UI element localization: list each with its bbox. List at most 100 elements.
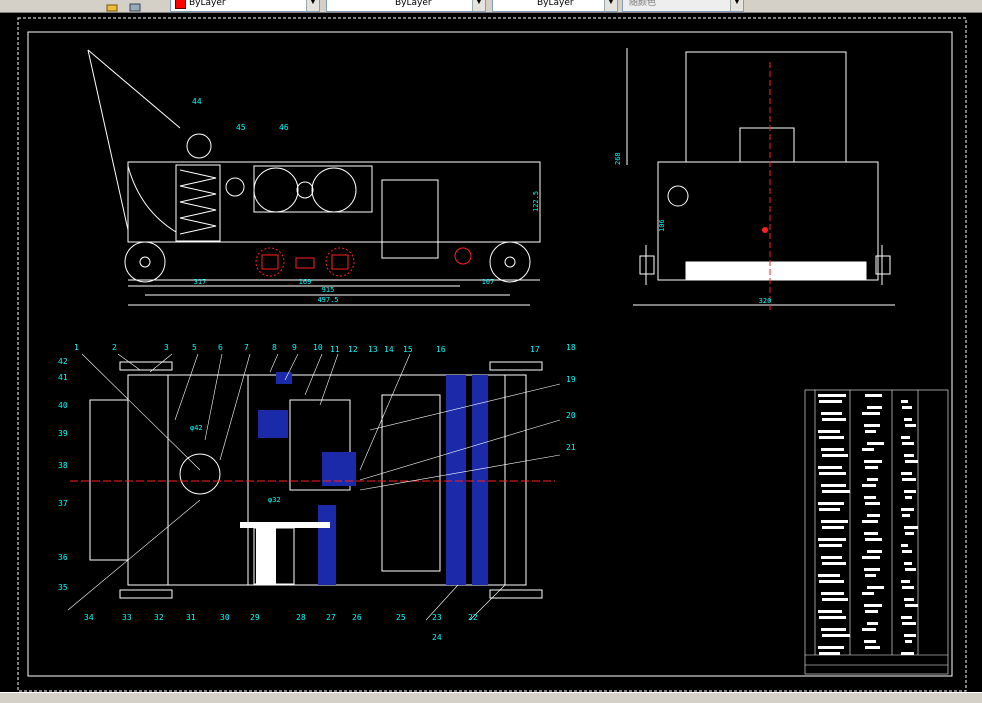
balloon-17: 17 — [530, 345, 540, 354]
parts-list-entry — [819, 616, 846, 619]
chevron-down-icon[interactable]: ▼ — [306, 0, 319, 11]
parts-list-entry — [818, 538, 846, 541]
dim-268: 268 — [614, 152, 622, 165]
parts-list-entry — [902, 514, 910, 517]
parts-list-entry — [822, 634, 850, 637]
parts-list-entry — [905, 532, 914, 535]
balloon-36: 36 — [58, 553, 68, 562]
parts-list-entry — [904, 418, 912, 421]
chevron-down-icon[interactable]: ▼ — [472, 0, 485, 11]
parts-list-entry — [821, 556, 842, 559]
lineweight-combo[interactable]: ByLayer ▼ — [492, 0, 618, 12]
parts-list-entry — [864, 568, 880, 571]
balloon-2: 2 — [112, 343, 117, 352]
parts-list-entry — [902, 406, 912, 409]
dim-106: 106 — [658, 219, 666, 232]
parts-list-entry — [821, 520, 848, 523]
parts-list-entry — [822, 526, 844, 529]
parts-list-entry — [904, 490, 916, 493]
dim-320: 320 — [759, 297, 772, 305]
balloon-22: 22 — [468, 613, 478, 622]
chevron-down-icon[interactable]: ▼ — [604, 0, 617, 11]
parts-list-rows — [818, 394, 918, 655]
parts-list-entry — [862, 448, 874, 451]
parts-list-entry — [867, 406, 882, 409]
parts-list-entry — [862, 556, 880, 559]
balloon-9: 9 — [292, 343, 297, 352]
color-combo[interactable]: ByLayer ▼ — [170, 0, 320, 12]
balloon-45: 46 — [279, 123, 289, 132]
dim-497-5: 497.5 — [317, 296, 338, 304]
plotstyle-combo[interactable]: 随颜色 ▼ — [622, 0, 744, 12]
balloon-3: 3 — [164, 343, 169, 352]
parts-list-entry — [864, 460, 882, 463]
parts-list-entry — [821, 628, 846, 631]
lineweight-combo-value: ByLayer — [537, 0, 574, 8]
parts-list-entry — [905, 460, 918, 463]
dim-317: 317 — [194, 278, 207, 286]
parts-list-entry — [821, 448, 844, 451]
parts-list-entry — [819, 580, 844, 583]
parts-list-entry — [864, 532, 878, 535]
parts-list-entry — [818, 394, 846, 397]
balloon-32: 32 — [154, 613, 164, 622]
balloon-6: 6 — [218, 343, 223, 352]
parts-list-entry — [865, 610, 878, 613]
side-view-red-details — [255, 247, 472, 277]
balloon-37: 37 — [58, 499, 68, 508]
layer-state-icon[interactable] — [106, 0, 120, 12]
balloon-41: 41 — [58, 373, 68, 382]
parts-list-entry — [819, 472, 846, 475]
parts-list-entry — [905, 640, 912, 643]
parts-list-entry — [867, 550, 882, 553]
parts-list-entry — [901, 616, 912, 619]
balloon-40: 40 — [58, 401, 68, 410]
plan-view-blue-parts — [258, 372, 488, 585]
parts-list-entry — [818, 610, 842, 613]
chevron-down-icon[interactable]: ▼ — [730, 0, 743, 11]
parts-list-entry — [904, 526, 918, 529]
parts-list-entry — [865, 646, 880, 649]
parts-list-entry — [905, 568, 916, 571]
parts-list-entry — [901, 652, 914, 655]
balloon-13: 13 — [368, 345, 378, 354]
balloon-28: 28 — [296, 613, 306, 622]
linetype-combo[interactable]: ByLayer ▼ — [326, 0, 486, 12]
drawing-canvas[interactable]: 317 169 915 497.5 107 122.5 44 45 46 268… — [0, 12, 982, 693]
balloon-8: 8 — [272, 343, 277, 352]
balloon-29: 29 — [250, 613, 260, 622]
balloon-15: 15 — [403, 345, 413, 354]
balloon-12: 12 — [348, 345, 358, 354]
parts-list-entry — [901, 400, 908, 403]
parts-list-entry — [821, 592, 844, 595]
parts-list-entry — [864, 604, 882, 607]
parts-list-entry — [822, 490, 850, 493]
balloon-19: 19 — [566, 375, 576, 384]
parts-list-entry — [901, 436, 910, 439]
parts-list-entry — [865, 538, 882, 541]
balloon-18: 18 — [566, 343, 576, 352]
layer-previous-icon[interactable] — [128, 0, 142, 12]
balloon-25: 25 — [396, 613, 406, 622]
balloon-44: 45 — [236, 123, 246, 132]
parts-list-entry — [902, 622, 916, 625]
parts-list-entry — [822, 418, 846, 421]
parts-list-entry — [822, 454, 848, 457]
parts-list-entry — [864, 424, 880, 427]
balloon-20: 20 — [566, 411, 576, 420]
parts-list-entry — [902, 442, 914, 445]
dim-phi32: φ32 — [268, 496, 281, 504]
color-combo-value: ByLayer — [189, 0, 226, 8]
parts-list-entry — [901, 544, 908, 547]
balloon-16: 16 — [436, 345, 446, 354]
dim-107: 107 — [482, 278, 495, 286]
balloon-24: 24 — [432, 633, 442, 642]
parts-list-entry — [818, 430, 840, 433]
balloon-34: 34 — [84, 613, 94, 622]
parts-list-entry — [818, 646, 844, 649]
parts-list-entry — [822, 598, 848, 601]
parts-list-entry — [862, 484, 876, 487]
side-view-dimensions: 317 169 915 497.5 107 122.5 — [194, 191, 540, 304]
parts-list-entry — [904, 562, 912, 565]
end-view-red-marker — [762, 227, 768, 233]
